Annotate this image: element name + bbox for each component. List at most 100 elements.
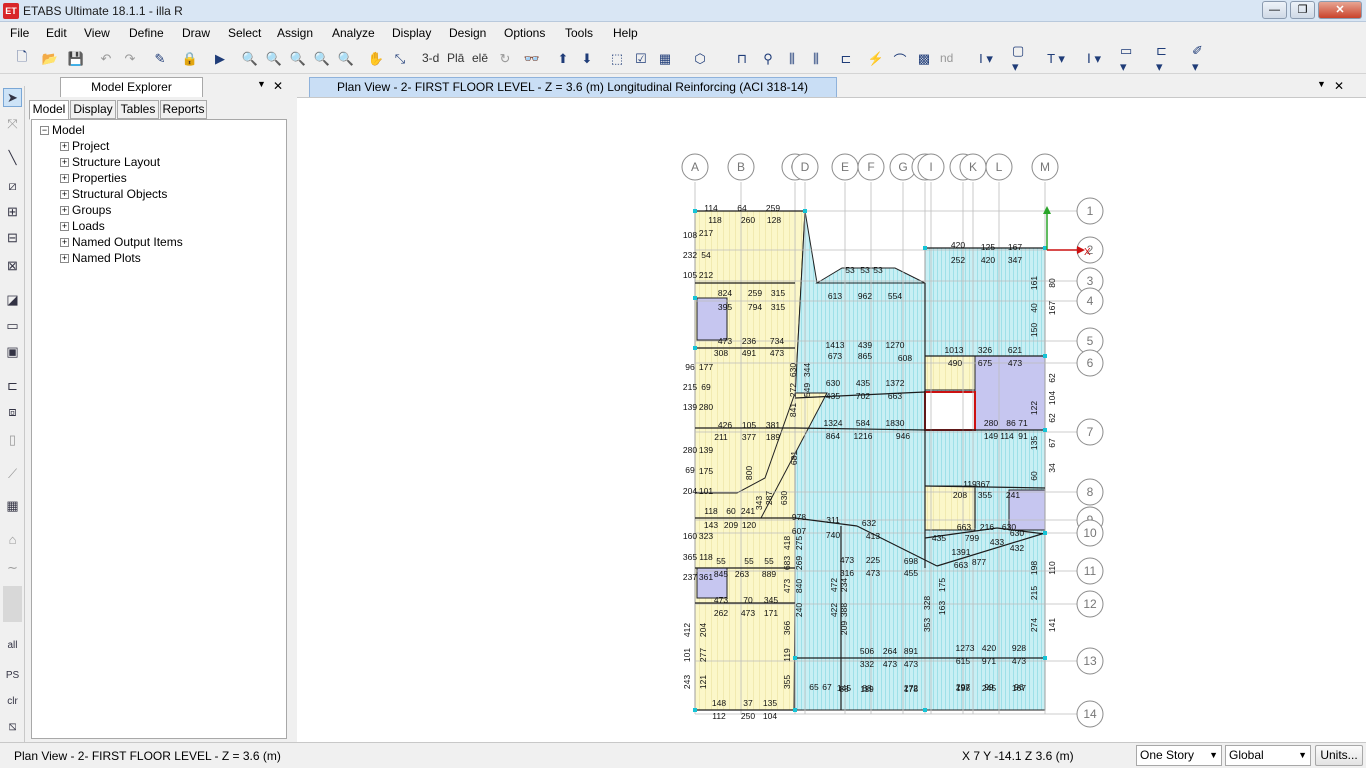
draw-wave-icon[interactable]: ∼ [3, 558, 22, 577]
beam-design-icon[interactable]: T ▾ [1046, 49, 1066, 69]
units-button[interactable]: Units... [1315, 745, 1363, 766]
close-window-button[interactable]: ✕ [1318, 1, 1362, 19]
view-3d-button[interactable]: 3-d [422, 51, 439, 65]
menu-assign[interactable]: Assign [277, 26, 313, 40]
column-grid-bubble[interactable]: M [1031, 153, 1059, 181]
zoom-extents-icon[interactable]: 🔍 [288, 49, 308, 69]
view-close-icon[interactable]: ✕ [1334, 79, 1344, 93]
draw-pier-icon[interactable]: ▯ [3, 430, 22, 449]
pan-icon[interactable]: ✋ [366, 49, 386, 69]
tree-item-named-plots[interactable]: + Named Plots [60, 251, 141, 265]
check-icon[interactable]: ☑ [631, 49, 651, 69]
slab-opening[interactable] [924, 391, 976, 431]
menu-design[interactable]: Design [449, 26, 486, 40]
column-grid-bubble[interactable]: B [727, 153, 755, 181]
menu-options[interactable]: Options [504, 26, 545, 40]
column-grid-bubble[interactable]: F [857, 153, 885, 181]
tree-item-named-output-items[interactable]: + Named Output Items [60, 235, 183, 249]
deformed-shape-icon[interactable]: ⊏ [836, 49, 856, 69]
frame-icon[interactable]: ⊓ [732, 49, 752, 69]
view-elevation-button[interactable]: elē [472, 51, 488, 65]
select-all-button[interactable]: all [3, 636, 22, 655]
draw-floor-icon[interactable]: ◪ [3, 290, 22, 309]
tree-item-groups[interactable]: + Groups [60, 203, 111, 217]
draw-frame-icon[interactable]: ╲ [3, 148, 22, 167]
tree-item-properties[interactable]: + Properties [60, 171, 127, 185]
draw-wall-stack-icon[interactable]: ⧈ [3, 402, 22, 421]
strip-icon[interactable]: ▭ ▾ [1120, 43, 1140, 74]
row-grid-bubble[interactable]: 11 [1076, 557, 1104, 585]
menu-tools[interactable]: Tools [565, 26, 593, 40]
tree-root-model[interactable]: − Model [40, 123, 85, 137]
tab-model[interactable]: Model [29, 100, 69, 120]
plan-view-tab[interactable]: Plan View - 2- FIRST FLOOR LEVEL - Z = 3… [309, 77, 837, 97]
row-grid-bubble[interactable]: 4 [1076, 287, 1104, 315]
menu-analyze[interactable]: Analyze [332, 26, 375, 40]
zoom-window-icon[interactable]: 🔍 [240, 49, 260, 69]
lock-icon[interactable]: 🔒 [180, 49, 200, 69]
restore-button[interactable]: ❐ [1290, 1, 1315, 19]
move-down-icon[interactable]: ⬇ [577, 49, 597, 69]
rotate-3d-icon[interactable]: ↻ [495, 49, 515, 69]
slab-icon[interactable]: ▢ ▾ [1012, 43, 1032, 74]
row-grid-bubble[interactable]: 12 [1076, 590, 1104, 618]
draw-brace-icon[interactable]: ⧄ [3, 176, 22, 195]
tree-item-project[interactable]: + Project [60, 139, 109, 153]
menu-define[interactable]: Define [129, 26, 164, 40]
section-designer-icon[interactable]: I ▾ [976, 49, 996, 69]
zoom-in-icon[interactable]: 🔍 [312, 49, 332, 69]
plan-view-canvas[interactable]: ABCDEFGHIJKLM1234567891011121314 1146425… [297, 97, 1366, 742]
expand-icon[interactable]: + [60, 254, 69, 263]
zoom-out-icon[interactable]: 🔍 [336, 49, 356, 69]
column-grid-bubble[interactable]: A [681, 153, 709, 181]
draw-line-icon[interactable]: ✐ ▾ [1192, 43, 1212, 74]
minimize-button[interactable]: — [1262, 1, 1287, 19]
expand-icon[interactable]: + [60, 222, 69, 231]
reshape-icon[interactable]: ⤧ [3, 114, 22, 133]
row-grid-bubble[interactable]: 10 [1076, 519, 1104, 547]
redo-icon[interactable]: ↷ [120, 49, 140, 69]
expand-icon[interactable]: + [60, 238, 69, 247]
draw-rect-floor-icon[interactable]: ▭ [3, 316, 22, 335]
draw-grid-icon[interactable]: ▦ [3, 496, 22, 515]
explorer-dropdown-icon[interactable]: ▼ [257, 79, 266, 89]
draw-tendon-icon[interactable]: ⌂ [3, 530, 22, 549]
expand-icon[interactable]: + [60, 190, 69, 199]
wall-icon[interactable]: ⊏ ▾ [1156, 43, 1176, 74]
tab-reports[interactable]: Reports [160, 100, 207, 119]
coordinate-system-select[interactable]: Global ▼ [1225, 745, 1311, 766]
row-grid-bubble[interactable]: 13 [1076, 647, 1104, 675]
move-up-icon[interactable]: ⬆ [553, 49, 573, 69]
menu-edit[interactable]: Edit [46, 26, 67, 40]
draw-opening-icon[interactable]: ▣ [3, 342, 22, 361]
grid-lines-icon[interactable]: ▦ [655, 49, 675, 69]
view-plan-button[interactable]: Plā [447, 51, 464, 65]
tree-item-structural-objects[interactable]: + Structural Objects [60, 187, 167, 201]
row-grid-bubble[interactable]: 6 [1076, 349, 1104, 377]
select-object-icon[interactable]: ⬚ [607, 49, 627, 69]
draw-beam-icon[interactable]: ⊟ [3, 228, 22, 247]
zoom-previous-icon[interactable]: 🔍 [264, 49, 284, 69]
draw-x-brace-icon[interactable]: ⊠ [3, 256, 22, 275]
undo-icon[interactable]: ↶ [96, 49, 116, 69]
open-folder-icon[interactable]: 📂 [40, 49, 60, 69]
draw-pencil-icon[interactable]: ✎ [150, 49, 170, 69]
collapse-icon[interactable]: − [40, 126, 49, 135]
node-display-button[interactable]: nd [940, 51, 953, 65]
force-icon[interactable]: ⚡ [866, 49, 886, 69]
joint-icon[interactable]: ⚲ [758, 49, 778, 69]
menu-file[interactable]: File [10, 26, 29, 40]
menu-view[interactable]: View [84, 26, 110, 40]
expand-icon[interactable]: + [60, 174, 69, 183]
moment-icon[interactable]: ⌒ [890, 49, 910, 69]
clear-selection-button[interactable]: clr [3, 692, 22, 711]
column-grid-bubble[interactable]: L [985, 153, 1013, 181]
row-grid-bubble[interactable]: 14 [1076, 700, 1104, 728]
display-options-icon[interactable]: ⬡ [690, 49, 710, 69]
column-grid-bubble[interactable]: D [791, 153, 819, 181]
expand-icon[interactable]: + [60, 158, 69, 167]
rubber-band-icon[interactable]: ⤡ [390, 49, 410, 69]
menu-select[interactable]: Select [228, 26, 261, 40]
column-grid-bubble[interactable]: E [831, 153, 859, 181]
new-model-icon[interactable]: 🗋 [12, 49, 32, 69]
